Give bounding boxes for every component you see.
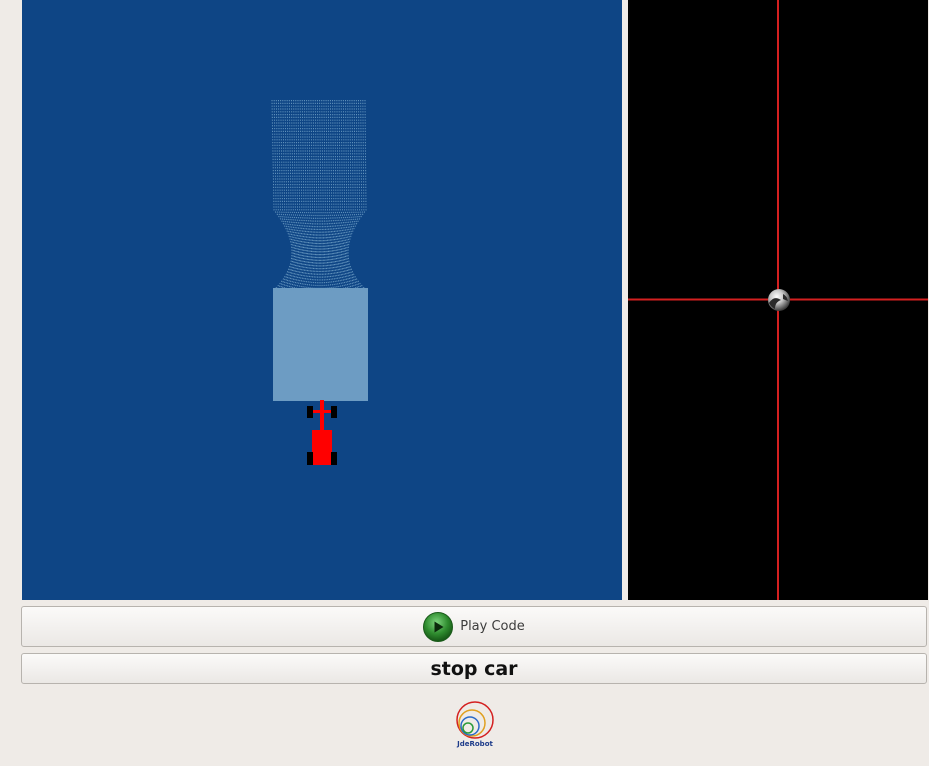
car-icon bbox=[307, 400, 337, 465]
play-code-button[interactable]: Play Code bbox=[21, 606, 927, 647]
laser-scan bbox=[271, 99, 368, 401]
laser-canvas bbox=[271, 99, 368, 465]
ball-handle-icon[interactable] bbox=[768, 289, 790, 311]
map-view bbox=[22, 0, 622, 600]
jderobot-logo: JdeRobot bbox=[452, 700, 498, 752]
play-code-label: Play Code bbox=[460, 619, 525, 634]
stop-car-label: stop car bbox=[430, 657, 518, 680]
teleoperator-pad[interactable] bbox=[628, 0, 928, 600]
stop-car-button[interactable]: stop car bbox=[21, 653, 927, 684]
teleoperator-canvas[interactable] bbox=[628, 0, 928, 600]
logo-text: JdeRobot bbox=[457, 740, 493, 748]
play-icon bbox=[423, 611, 454, 642]
